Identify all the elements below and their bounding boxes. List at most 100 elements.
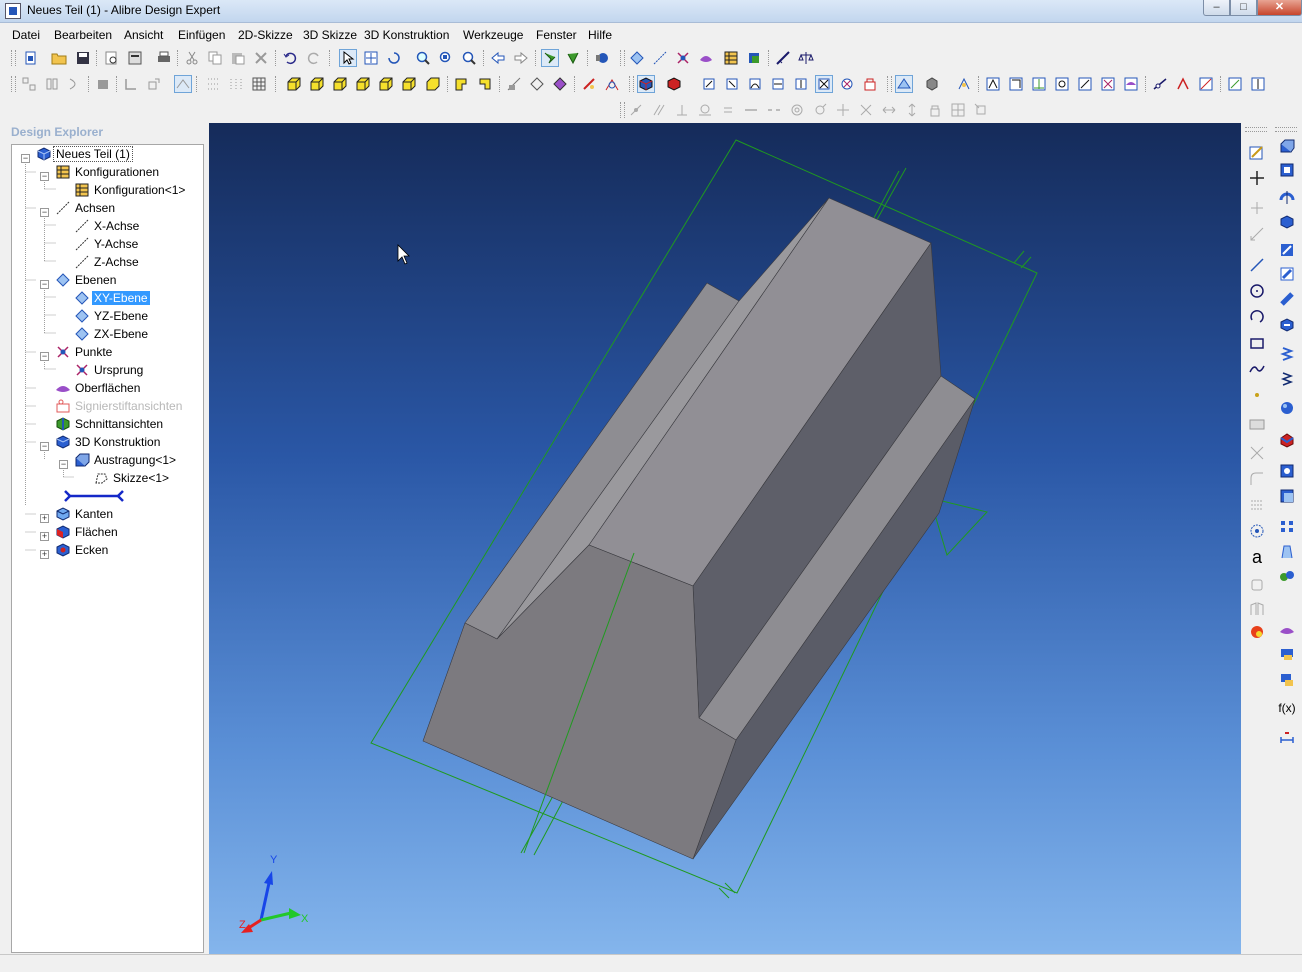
tree-item-skizze-1[interactable]: Skizze<1>	[93, 469, 198, 487]
constraint-symmetric-button[interactable]	[857, 101, 875, 119]
color-tool-button[interactable]	[1244, 621, 1270, 643]
constraint-tool-3[interactable]	[1030, 75, 1048, 93]
view-right-button[interactable]	[354, 75, 372, 93]
properties-button[interactable]	[126, 49, 144, 67]
zoom-fit-button[interactable]	[460, 49, 478, 67]
measure-button[interactable]	[774, 49, 792, 67]
analysis-tool-3[interactable]	[1197, 75, 1215, 93]
tree-item-flaechen[interactable]: Flächen	[55, 523, 195, 541]
anchor-button[interactable]	[603, 75, 621, 93]
axis-button[interactable]	[651, 49, 669, 67]
assembly-tool-2[interactable]	[955, 75, 973, 93]
helix-button[interactable]	[1274, 343, 1300, 365]
select-button[interactable]	[339, 49, 357, 67]
pattern-tool-button[interactable]	[1244, 494, 1270, 516]
redo-button[interactable]	[305, 49, 323, 67]
open-button[interactable]	[50, 49, 68, 67]
sketch-mode-button[interactable]	[1244, 142, 1270, 164]
new-file-button[interactable]	[22, 49, 40, 67]
view-normal-button[interactable]	[453, 75, 471, 93]
mirror-tool-button[interactable]	[1244, 598, 1270, 620]
undo-button[interactable]	[281, 49, 299, 67]
toolbar-grip[interactable]	[629, 76, 634, 92]
thicken-button[interactable]	[1274, 565, 1300, 587]
line-button[interactable]	[1244, 254, 1270, 276]
paste-button[interactable]	[229, 49, 247, 67]
menu-ansicht[interactable]: Ansicht	[124, 28, 163, 42]
trim-tool-button[interactable]	[1244, 442, 1270, 464]
analysis-tool-2[interactable]	[1174, 75, 1192, 93]
constraint-equal-button[interactable]	[719, 101, 737, 119]
constraint-fix-button[interactable]	[972, 101, 990, 119]
toolbar-grip[interactable]	[620, 102, 625, 118]
sketch-tool-5[interactable]	[792, 75, 810, 93]
constraint-perpendicular-button[interactable]	[673, 101, 691, 119]
constraint-point-button[interactable]	[811, 101, 829, 119]
constraint-tool-5[interactable]	[1076, 75, 1094, 93]
mass-properties-button[interactable]	[797, 49, 815, 67]
cut-button[interactable]	[183, 49, 201, 67]
shaded-button[interactable]	[551, 75, 569, 93]
constraint-collinear-button[interactable]	[765, 101, 783, 119]
constraint-tool-2[interactable]	[1007, 75, 1025, 93]
toolbar-grip[interactable]	[620, 50, 625, 66]
feature-tool-8[interactable]	[204, 75, 222, 93]
select-faces-button[interactable]	[665, 75, 683, 93]
toolbar-grip[interactable]	[11, 76, 16, 92]
collapse-toggle[interactable]: −	[40, 442, 49, 451]
rotate-button[interactable]	[385, 49, 403, 67]
constraint-vdim-button[interactable]	[903, 101, 921, 119]
extrude-boss-button[interactable]	[1274, 135, 1300, 157]
sketch-tool-3[interactable]	[746, 75, 764, 93]
tree-item-y-achse[interactable]: Y-Achse	[74, 235, 194, 253]
tree-item-ursprung[interactable]: Ursprung	[74, 361, 194, 379]
constraint-hdim-button[interactable]	[880, 101, 898, 119]
close-button[interactable]: ✕	[1257, 0, 1302, 16]
view-flip-button[interactable]	[476, 75, 494, 93]
tree-item-austragung-1[interactable]: Austragung<1>	[74, 451, 199, 469]
reference-tool-button[interactable]	[1244, 520, 1270, 542]
analysis-tool-1[interactable]	[1151, 75, 1169, 93]
menu-hilfe[interactable]: Hilfe	[588, 28, 612, 42]
menu-2d-skizze[interactable]: 2D-Skizze	[238, 28, 293, 42]
toolbar-grip[interactable]	[887, 76, 892, 92]
tree-item-xy-ebene[interactable]: XY-Ebene	[74, 289, 194, 307]
primitive-button[interactable]	[1274, 397, 1300, 419]
draft-button[interactable]	[1274, 541, 1300, 563]
wireframe-button[interactable]	[528, 75, 546, 93]
tree-item-konfiguration-1[interactable]: Konfiguration<1>	[74, 181, 199, 199]
constraint-tool-4[interactable]	[1053, 75, 1071, 93]
analysis-tool-5[interactable]	[1249, 75, 1267, 93]
sweep-cut-button[interactable]	[1274, 263, 1300, 285]
model-scene[interactable]	[209, 123, 1241, 954]
view-back-button[interactable]	[308, 75, 326, 93]
menu-fenster[interactable]: Fenster	[536, 28, 577, 42]
expand-toggle[interactable]: +	[40, 550, 49, 559]
constraint-parallel-button[interactable]	[650, 101, 668, 119]
sketch-tool-4[interactable]	[769, 75, 787, 93]
assembly-tool-1[interactable]	[895, 75, 913, 93]
sweep-button[interactable]	[1274, 239, 1300, 261]
magnet-button[interactable]	[580, 75, 598, 93]
sketch-tool-8[interactable]	[861, 75, 879, 93]
tree-item-signierstiftansichten[interactable]: Signierstiftansichten	[55, 397, 203, 415]
menu-3d-konstruktion[interactable]: 3D Konstruktion	[364, 28, 449, 42]
3d-viewport[interactable]: Y X Z	[209, 123, 1241, 954]
expand-toggle[interactable]: +	[40, 532, 49, 541]
rollforward-button[interactable]	[564, 49, 582, 67]
select-edges-button[interactable]	[637, 75, 655, 93]
panel-grip[interactable]	[1275, 127, 1297, 132]
dimension-tool-button[interactable]	[1274, 726, 1300, 748]
menu-bearbeiten[interactable]: Bearbeiten	[54, 28, 112, 42]
view-bottom-button[interactable]	[400, 75, 418, 93]
delete-button[interactable]	[252, 49, 270, 67]
extrude-cut-button[interactable]	[1274, 159, 1300, 181]
tree-item-yz-ebene[interactable]: YZ-Ebene	[74, 307, 194, 325]
render-button[interactable]	[593, 49, 611, 67]
menu-3d-skizze[interactable]: 3D Skizze	[303, 28, 357, 42]
view-iso-button[interactable]	[424, 75, 442, 93]
hole-button[interactable]	[1274, 515, 1300, 537]
expand-toggle[interactable]: +	[40, 514, 49, 523]
tree-item-3d-konstruktion[interactable]: 3D Konstruktion	[55, 433, 195, 451]
constraint-coincident-button[interactable]	[627, 101, 645, 119]
